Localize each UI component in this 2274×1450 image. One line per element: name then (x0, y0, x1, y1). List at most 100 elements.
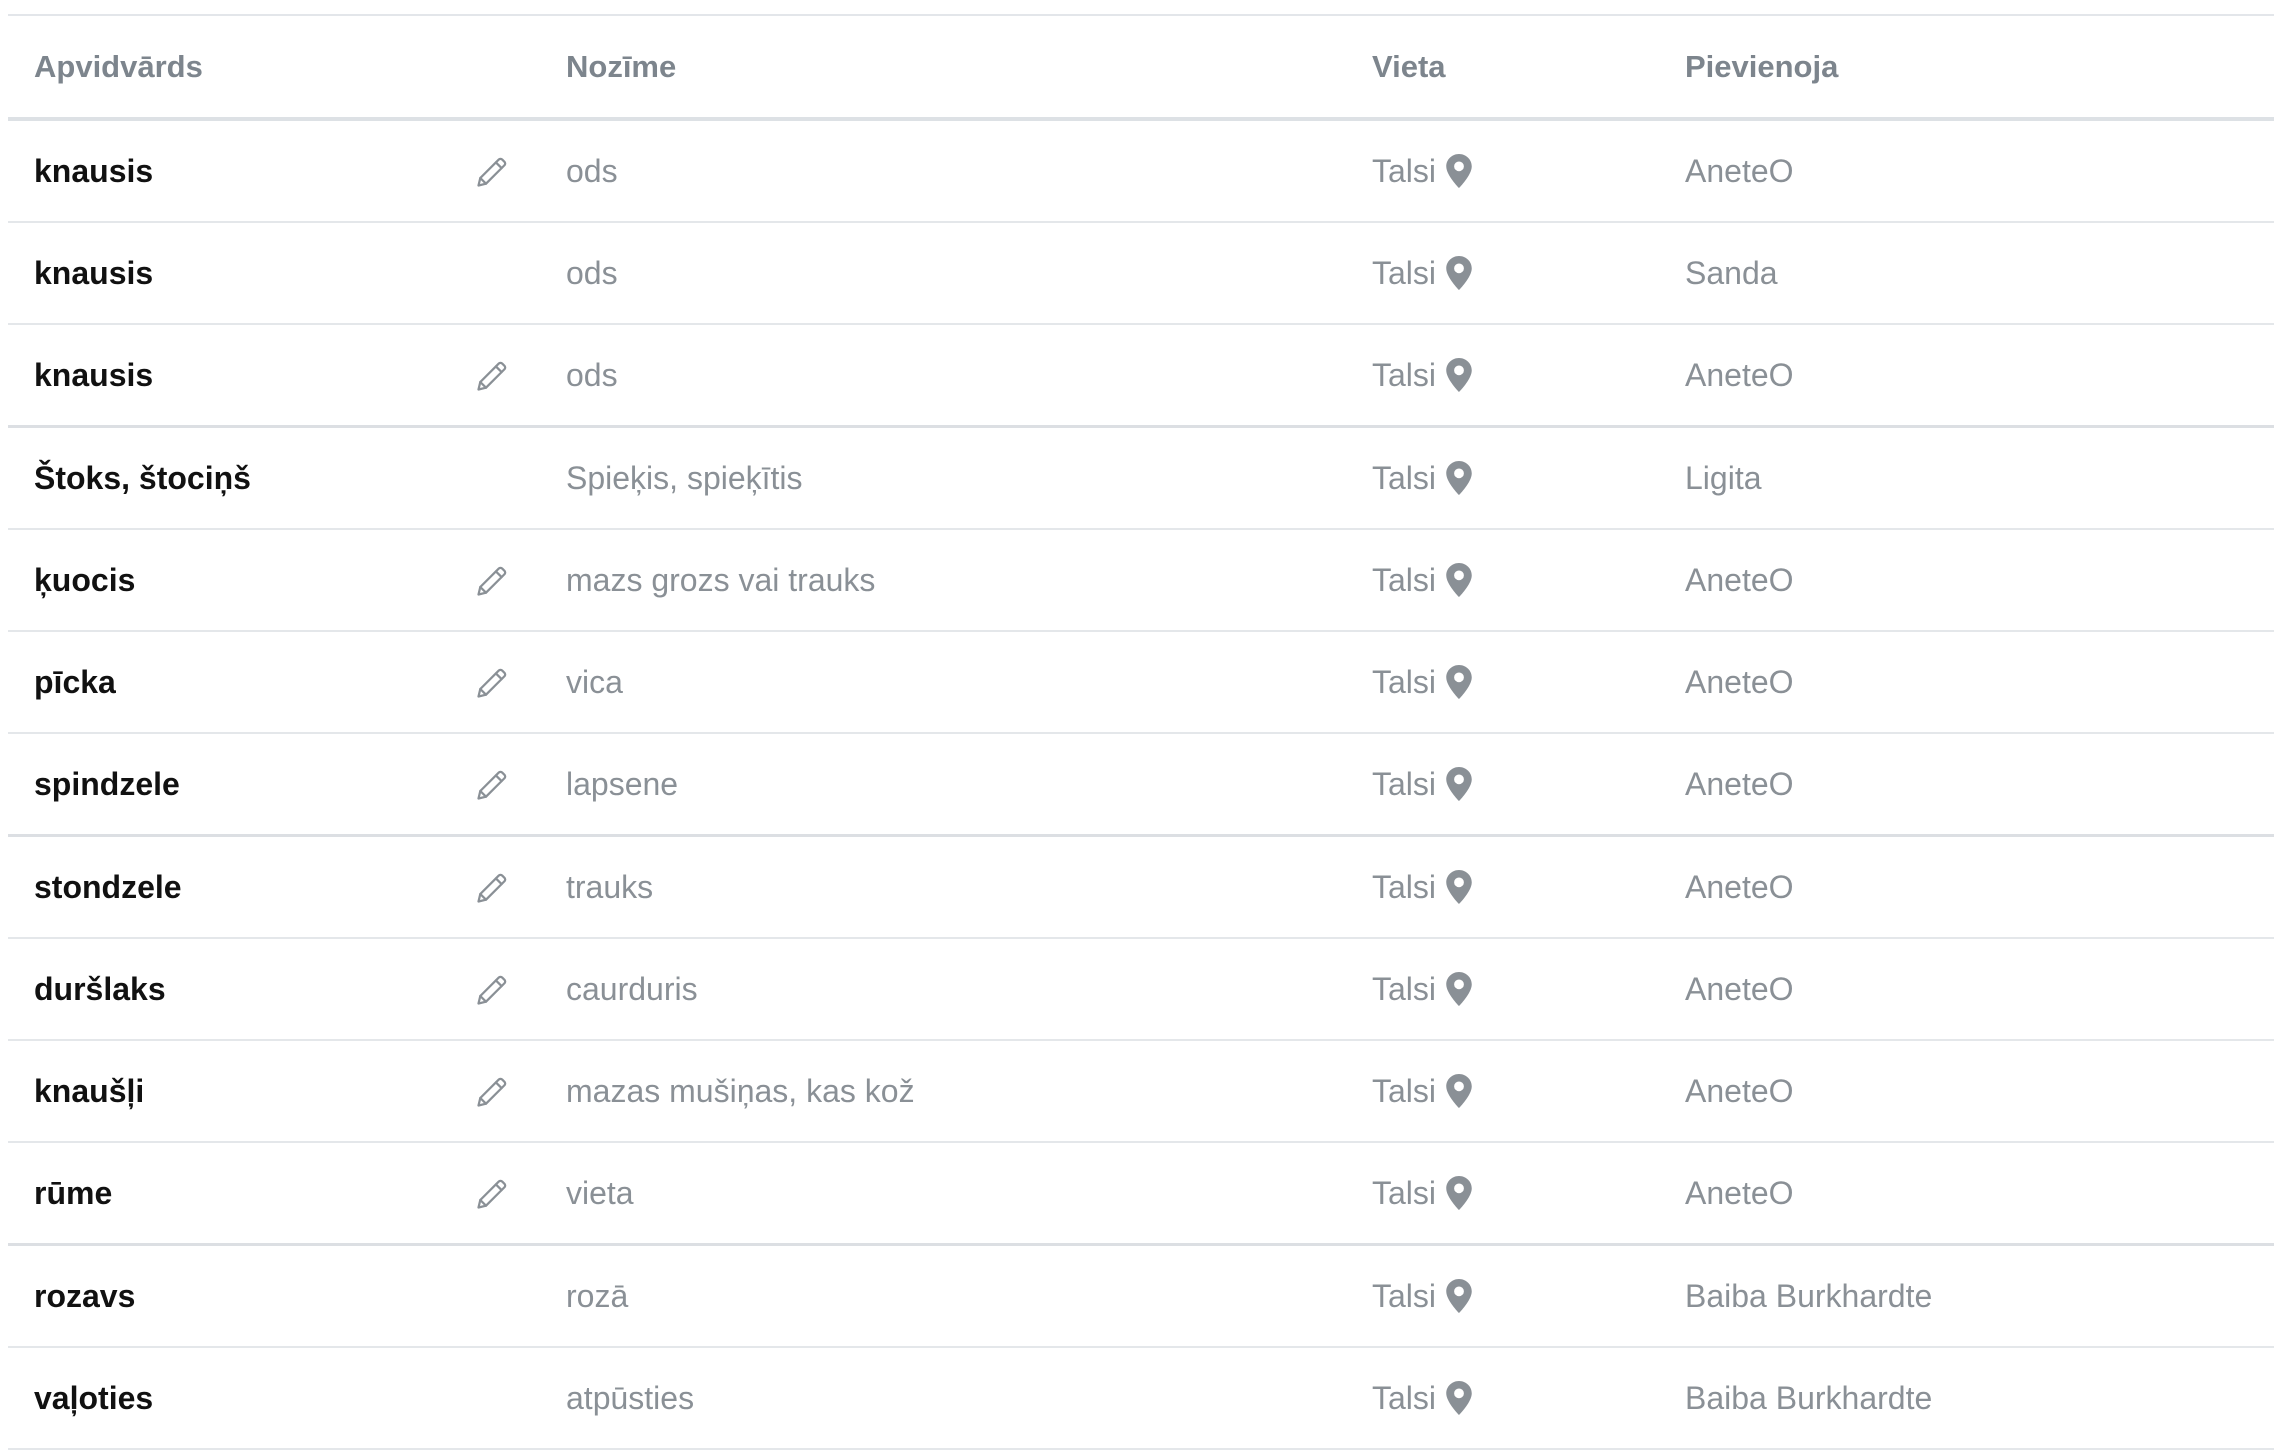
added-by-cell[interactable]: Baiba Burkhardte (1685, 1347, 2274, 1450)
place-label: Talsi (1372, 1174, 1437, 1211)
edit-cell (474, 119, 566, 223)
table-row[interactable]: knaušļi mazas mušiņas, kas kož Talsi AneteO (8, 1040, 2274, 1143)
word-cell[interactable]: knaušļi (8, 1040, 474, 1143)
added-by-cell[interactable]: AneteO (1685, 733, 2274, 837)
table-row[interactable]: knausis ods Talsi AneteO (8, 324, 2274, 428)
pencil-icon[interactable] (474, 563, 510, 599)
table-row[interactable]: rūme vieta Talsi AneteO (8, 1142, 2274, 1246)
word-cell[interactable]: ķuocis (8, 529, 474, 632)
words-table: Apvidvārds Nozīme Vieta Pievienoja knaus… (8, 16, 2274, 1450)
added-by-cell[interactable]: Ligita (1685, 426, 2274, 530)
place-cell: Talsi (1372, 324, 1685, 428)
edit-cell (474, 222, 566, 325)
added-by-cell[interactable]: AneteO (1685, 119, 2274, 223)
place-link[interactable]: Talsi (1372, 869, 1472, 906)
pencil-icon[interactable] (474, 870, 510, 906)
table-body: knausis ods Talsi AneteO knausis ods Talsi Sand… (8, 119, 2274, 1450)
pencil-icon[interactable] (474, 1176, 510, 1212)
added-by-cell[interactable]: Baiba Burkhardte (1685, 1244, 2274, 1348)
column-header-added-by[interactable]: Pievienoja (1685, 16, 2274, 121)
table-row[interactable]: ķuocis mazs grozs vai trauks Talsi AneteO (8, 529, 2274, 632)
column-header-place[interactable]: Vieta (1372, 16, 1685, 121)
word-cell[interactable]: rūme (8, 1142, 474, 1246)
map-pin-icon[interactable] (1446, 870, 1472, 904)
column-header-meaning[interactable]: Nozīme (566, 16, 1372, 121)
column-header-word[interactable]: Apvidvārds (8, 16, 474, 121)
place-cell: Talsi (1372, 835, 1685, 939)
added-by-cell[interactable]: AneteO (1685, 1040, 2274, 1143)
map-pin-icon[interactable] (1446, 972, 1472, 1006)
pencil-icon[interactable] (474, 358, 510, 394)
table-row[interactable]: duršlaks caurduris Talsi AneteO (8, 938, 2274, 1041)
added-by-cell[interactable]: AneteO (1685, 324, 2274, 428)
map-pin-icon[interactable] (1446, 1381, 1472, 1415)
map-pin-icon[interactable] (1446, 154, 1472, 188)
word-cell[interactable]: vaļoties (8, 1347, 474, 1450)
added-by-cell[interactable]: AneteO (1685, 835, 2274, 939)
place-label: Talsi (1372, 663, 1437, 700)
added-by-cell[interactable]: Sanda (1685, 222, 2274, 325)
table-row[interactable]: spindzele lapsene Talsi AneteO (8, 733, 2274, 837)
pencil-icon[interactable] (474, 154, 510, 190)
pencil-icon[interactable] (474, 1074, 510, 1110)
map-pin-icon[interactable] (1446, 358, 1472, 392)
edit-cell (474, 1142, 566, 1246)
word-cell[interactable]: duršlaks (8, 938, 474, 1041)
pencil-icon[interactable] (474, 972, 510, 1008)
table-row[interactable]: vaļoties atpūsties Talsi Baiba Burkhardte (8, 1347, 2274, 1450)
meaning-cell: Spieķis, spieķītis (566, 426, 1372, 530)
word-cell[interactable]: knausis (8, 324, 474, 428)
place-link[interactable]: Talsi (1372, 1380, 1472, 1417)
table-row[interactable]: rozavs rozā Talsi Baiba Burkhardte (8, 1244, 2274, 1348)
place-link[interactable]: Talsi (1372, 1073, 1472, 1110)
place-link[interactable]: Talsi (1372, 766, 1472, 803)
added-by-cell[interactable]: AneteO (1685, 529, 2274, 632)
place-label: Talsi (1372, 765, 1437, 802)
place-link[interactable]: Talsi (1372, 971, 1472, 1008)
map-pin-icon[interactable] (1446, 1279, 1472, 1313)
table-row[interactable]: Štoks, štociņš Spieķis, spieķītis Talsi Lig… (8, 426, 2274, 530)
added-by-cell[interactable]: AneteO (1685, 938, 2274, 1041)
place-link[interactable]: Talsi (1372, 255, 1472, 292)
map-pin-icon[interactable] (1446, 665, 1472, 699)
map-pin-icon[interactable] (1446, 461, 1472, 495)
meaning-cell: ods (566, 119, 1372, 223)
place-cell: Talsi (1372, 733, 1685, 837)
table-row[interactable]: knausis ods Talsi Sanda (8, 222, 2274, 325)
place-link[interactable]: Talsi (1372, 1278, 1472, 1315)
place-link[interactable]: Talsi (1372, 1175, 1472, 1212)
table-row[interactable]: knausis ods Talsi AneteO (8, 119, 2274, 223)
meaning-cell: mazas mušiņas, kas kož (566, 1040, 1372, 1143)
map-pin-icon[interactable] (1446, 1074, 1472, 1108)
table-row[interactable]: stondzele trauks Talsi AneteO (8, 835, 2274, 939)
word-cell[interactable]: rozavs (8, 1244, 474, 1348)
word-cell[interactable]: knausis (8, 222, 474, 325)
edit-cell (474, 733, 566, 837)
place-link[interactable]: Talsi (1372, 664, 1472, 701)
place-cell: Talsi (1372, 938, 1685, 1041)
word-cell[interactable]: spindzele (8, 733, 474, 837)
column-header-edit (474, 16, 566, 121)
place-label: Talsi (1372, 1379, 1437, 1416)
place-label: Talsi (1372, 152, 1437, 189)
place-link[interactable]: Talsi (1372, 562, 1472, 599)
header-row: Apvidvārds Nozīme Vieta Pievienoja (8, 16, 2274, 121)
map-pin-icon[interactable] (1446, 256, 1472, 290)
word-cell[interactable]: pīcka (8, 631, 474, 734)
word-cell[interactable]: Štoks, štociņš (8, 426, 474, 530)
place-link[interactable]: Talsi (1372, 460, 1472, 497)
word-cell[interactable]: knausis (8, 119, 474, 223)
place-link[interactable]: Talsi (1372, 357, 1472, 394)
added-by-cell[interactable]: AneteO (1685, 1142, 2274, 1246)
pencil-icon[interactable] (474, 665, 510, 701)
table-row[interactable]: pīcka vica Talsi AneteO (8, 631, 2274, 734)
map-pin-icon[interactable] (1446, 563, 1472, 597)
word-cell[interactable]: stondzele (8, 835, 474, 939)
meaning-cell: rozā (566, 1244, 1372, 1348)
map-pin-icon[interactable] (1446, 1176, 1472, 1210)
pencil-icon[interactable] (474, 767, 510, 803)
map-pin-icon[interactable] (1446, 767, 1472, 801)
meaning-cell: caurduris (566, 938, 1372, 1041)
place-link[interactable]: Talsi (1372, 153, 1472, 190)
added-by-cell[interactable]: AneteO (1685, 631, 2274, 734)
